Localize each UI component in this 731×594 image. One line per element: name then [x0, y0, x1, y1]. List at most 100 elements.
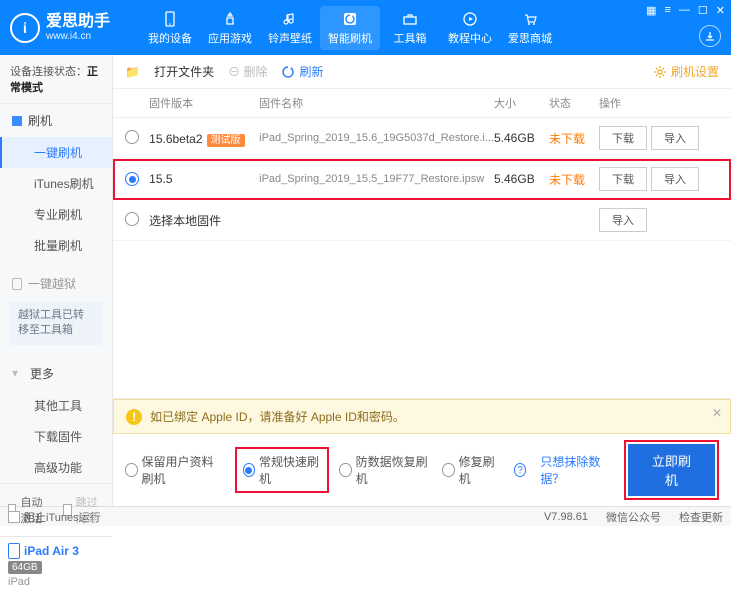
- apple-id-warning: ! 如已绑定 Apple ID，请准备好 Apple ID和密码。 ✕: [113, 399, 731, 434]
- sidebar-item-oneclick-flash[interactable]: 一键刷机: [0, 137, 112, 168]
- sidebar-group-flash[interactable]: 刷机: [0, 104, 112, 137]
- opt-repair-flash[interactable]: 修复刷机: [442, 453, 500, 487]
- phone-icon: [161, 10, 179, 28]
- brand-name: 爱思助手: [46, 13, 110, 31]
- refresh-button[interactable]: 刷新: [281, 63, 323, 80]
- import-button[interactable]: 导入: [651, 126, 699, 150]
- fw-size: 5.46GB: [494, 172, 549, 186]
- th-name: 固件名称: [259, 95, 494, 111]
- radio-icon: [442, 463, 454, 477]
- jailbreak-moved-note: 越狱工具已转移至工具箱: [10, 302, 102, 345]
- sidebar-item-itunes-flash[interactable]: iTunes刷机: [0, 168, 112, 199]
- fw-filename: iPad_Spring_2019_15.6_19G5037d_Restore.i…: [259, 132, 494, 144]
- nav-ringtones[interactable]: 铃声壁纸: [260, 6, 320, 50]
- nav-flash[interactable]: 智能刷机: [320, 6, 380, 50]
- download-button[interactable]: 下载: [599, 126, 647, 150]
- close-icon[interactable]: ✕: [716, 4, 725, 17]
- open-folder-button[interactable]: 打开文件夹: [154, 63, 214, 80]
- nav-tutorials[interactable]: 教程中心: [440, 6, 500, 50]
- sidebar-group-more[interactable]: ▾更多: [0, 357, 112, 390]
- app-icon: [221, 10, 239, 28]
- download-button[interactable]: 下载: [599, 167, 647, 191]
- lock-icon: [12, 278, 22, 290]
- sidebar-group-jailbreak: 一键越狱: [0, 269, 112, 298]
- nav-apps[interactable]: 应用游戏: [200, 6, 260, 50]
- opt-anti-recovery[interactable]: 防数据恢复刷机: [339, 453, 428, 487]
- win-menu-icon[interactable]: ▦: [646, 4, 656, 17]
- top-nav: 我的设备 应用游戏 铃声壁纸 智能刷机 工具箱 教程中心 爱思商城: [140, 6, 560, 50]
- win-lines-icon[interactable]: ≡: [664, 4, 670, 17]
- fw-version: 15.5: [149, 172, 172, 186]
- sidebar-item-advanced[interactable]: 高级功能: [0, 452, 112, 483]
- play-icon: [461, 10, 479, 28]
- radio-icon: [339, 463, 351, 477]
- toolbox-icon: [401, 10, 419, 28]
- import-button[interactable]: 导入: [651, 167, 699, 191]
- device-icon: [8, 543, 20, 559]
- th-status: 状态: [549, 95, 599, 111]
- flash-options: 保留用户资料刷机 常规快速刷机 防数据恢复刷机 修复刷机 ? 只想抹除数据？ 立…: [113, 434, 731, 506]
- table-header: 固件版本 固件名称 大小 状态 操作: [113, 89, 731, 118]
- window-controls: ▦ ≡ — ☐ ✕: [646, 4, 725, 17]
- import-button[interactable]: 导入: [599, 208, 647, 232]
- beta-badge: 测试版: [207, 134, 245, 147]
- warning-icon: !: [126, 409, 142, 425]
- wechat-link[interactable]: 微信公众号: [606, 509, 661, 525]
- check-update-link[interactable]: 检查更新: [679, 509, 723, 525]
- radio-icon: [243, 463, 255, 477]
- radio-icon[interactable]: [125, 172, 139, 186]
- brand-url: www.i4.cn: [46, 31, 110, 42]
- local-firmware-row[interactable]: 选择本地固件 导入: [113, 200, 731, 241]
- main-panel: 📁 打开文件夹 ⊖ 删除 刷新 刷机设置 固件版本 固件名称 大小 状态 操作 …: [113, 55, 731, 506]
- device-type: iPad: [8, 576, 104, 588]
- fw-status: 未下载: [549, 130, 599, 147]
- th-ops: 操作: [599, 95, 719, 111]
- maximize-icon[interactable]: ☐: [698, 4, 708, 17]
- firmware-row[interactable]: 15.6beta2 测试版 iPad_Spring_2019_15.6_19G50…: [113, 118, 731, 159]
- local-fw-label: 选择本地固件: [149, 214, 221, 228]
- fw-version: 15.6beta2: [149, 132, 202, 146]
- opt-normal-flash[interactable]: 常规快速刷机: [239, 451, 326, 489]
- titlebar: ἰ 爱思助手 www.i4.cn 我的设备 应用游戏 铃声壁纸 智能刷机 工具箱…: [0, 0, 731, 55]
- device-name: iPad Air 3: [24, 544, 79, 558]
- app-logo-icon: ἰ: [10, 13, 40, 43]
- radio-icon: [125, 463, 137, 477]
- nav-my-device[interactable]: 我的设备: [140, 6, 200, 50]
- erase-data-link[interactable]: 只想抹除数据？: [540, 453, 613, 487]
- firmware-row-selected[interactable]: 15.5 iPad_Spring_2019_15.5_19F77_Restore…: [113, 159, 731, 200]
- flash-settings-button[interactable]: 刷机设置: [653, 63, 719, 80]
- block-itunes-checkbox[interactable]: 阻止iTunes运行: [8, 509, 101, 525]
- device-card[interactable]: iPad Air 3 64GB iPad: [0, 536, 112, 594]
- sidebar-item-batch-flash[interactable]: 批量刷机: [0, 230, 112, 261]
- sidebar-item-download-fw[interactable]: 下载固件: [0, 421, 112, 452]
- opt-keep-data[interactable]: 保留用户资料刷机: [125, 453, 225, 487]
- sidebar-item-pro-flash[interactable]: 专业刷机: [0, 199, 112, 230]
- th-version: 固件版本: [149, 95, 259, 111]
- flash-now-button[interactable]: 立即刷机: [628, 444, 715, 496]
- fw-filename: iPad_Spring_2019_15.5_19F77_Restore.ipsw: [259, 173, 494, 185]
- cart-icon: [521, 10, 539, 28]
- th-size: 大小: [494, 95, 549, 111]
- fw-status: 未下载: [549, 171, 599, 188]
- square-icon: [12, 116, 22, 126]
- sidebar: 设备连接状态：正常模式 刷机 一键刷机 iTunes刷机 专业刷机 批量刷机 一…: [0, 55, 113, 506]
- warning-text: 如已绑定 Apple ID，请准备好 Apple ID和密码。: [150, 408, 405, 425]
- download-manager-icon[interactable]: [699, 25, 721, 47]
- refresh-icon: [341, 10, 359, 28]
- brand-block: 爱思助手 www.i4.cn: [46, 13, 110, 42]
- connection-status: 设备连接状态：正常模式: [0, 55, 112, 104]
- nav-store[interactable]: 爱思商城: [500, 6, 560, 50]
- radio-icon[interactable]: [125, 130, 139, 144]
- chevron-down-icon: ▾: [12, 366, 18, 380]
- fw-size: 5.46GB: [494, 131, 549, 145]
- info-icon[interactable]: ?: [514, 463, 526, 477]
- version-label: V7.98.61: [544, 511, 588, 523]
- toolbar: 📁 打开文件夹 ⊖ 删除 刷新 刷机设置: [113, 55, 731, 89]
- sidebar-item-other-tools[interactable]: 其他工具: [0, 390, 112, 421]
- nav-toolbox[interactable]: 工具箱: [380, 6, 440, 50]
- storage-badge: 64GB: [8, 561, 42, 574]
- close-icon[interactable]: ✕: [712, 406, 722, 420]
- folder-icon: 📁: [125, 65, 140, 79]
- radio-icon[interactable]: [125, 212, 139, 226]
- minimize-icon[interactable]: —: [679, 4, 690, 17]
